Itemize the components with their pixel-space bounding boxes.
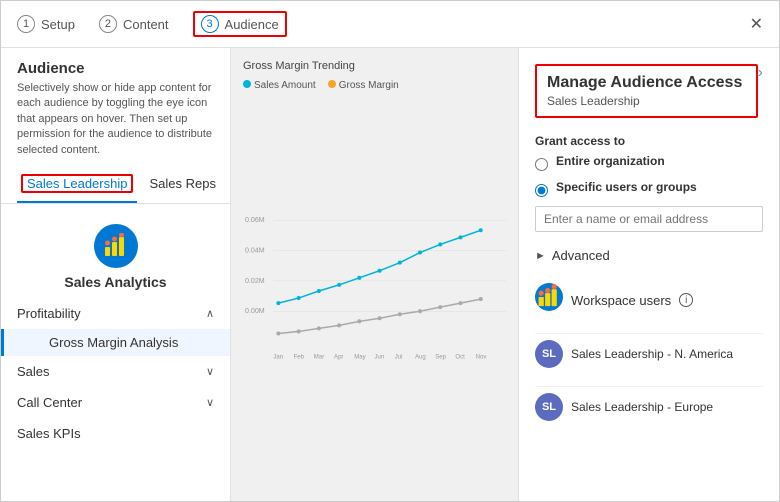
manage-access-title: Manage Audience Access: [547, 74, 746, 92]
user-avatar-sl-eu: SL: [535, 393, 563, 421]
wizard-header: 1 Setup 2 Content 3 Audience ✕: [1, 1, 779, 48]
chart-title: Gross Margin Trending: [243, 60, 506, 72]
chevron-right-icon[interactable]: ›: [758, 64, 763, 82]
chart-area: 0.06M 0.04M 0.02M 0.00M: [243, 97, 506, 489]
svg-text:Jan: Jan: [273, 355, 283, 361]
chart-legend: Sales Amount Gross Margin: [243, 80, 506, 91]
workspace-users-label: Workspace users: [571, 293, 671, 308]
chevron-up-icon: ∧: [206, 307, 214, 320]
radio-specific-users[interactable]: Specific users or groups: [535, 180, 763, 200]
nav-sub-item-gross-margin[interactable]: Gross Margin Analysis: [1, 329, 230, 356]
step-content: 2 Content: [99, 15, 169, 33]
manage-access-subtitle: Sales Leadership: [547, 94, 746, 108]
chart-preview-panel: Gross Margin Trending Sales Amount Gross…: [231, 48, 519, 501]
svg-text:Jun: Jun: [375, 355, 385, 361]
nav-item-sales-kpis[interactable]: Sales KPIs: [1, 418, 230, 449]
audience-header: Audience Selectively show or hide app co…: [1, 48, 230, 166]
svg-text:0.06M: 0.06M: [245, 216, 265, 224]
svg-text:Oct: Oct: [455, 355, 465, 361]
svg-text:May: May: [354, 355, 366, 361]
manage-access-box: Manage Audience Access Sales Leadership: [535, 64, 758, 118]
step-audience[interactable]: 3 Audience: [193, 11, 287, 37]
audience-description: Selectively show or hide app content for…: [17, 81, 214, 158]
user-name-sl-eu: Sales Leadership - Europe: [571, 400, 713, 414]
step-setup: 1 Setup: [17, 15, 75, 33]
chart-preview: Gross Margin Trending Sales Amount Gross…: [231, 48, 518, 501]
app-name: Sales Analytics: [64, 274, 166, 290]
svg-text:Aug: Aug: [415, 355, 426, 361]
svg-text:Feb: Feb: [294, 355, 305, 361]
grant-access-label: Grant access to: [535, 134, 763, 148]
step-setup-label: Setup: [41, 17, 75, 32]
step-content-label: Content: [123, 17, 169, 32]
radio-entire-org[interactable]: Entire organization: [535, 154, 763, 174]
chevron-right-advanced-icon: ►: [535, 250, 546, 262]
svg-text:0.00M: 0.00M: [245, 307, 265, 315]
nav-item-profitability[interactable]: Profitability ∧: [1, 298, 230, 329]
close-button[interactable]: ✕: [750, 14, 763, 34]
user-row-sl-eu: SL Sales Leadership - Europe: [535, 386, 763, 427]
user-avatar-sl-na: SL: [535, 340, 563, 368]
right-panel: Manage Audience Access Sales Leadership …: [519, 48, 779, 501]
svg-text:Mar: Mar: [314, 355, 324, 361]
chart-icon: [103, 233, 129, 259]
workspace-users-row: Workspace users i: [535, 279, 763, 321]
step-audience-label: Audience: [225, 17, 279, 32]
user-search-input[interactable]: [535, 206, 763, 232]
audience-tabs: Sales Leadership Sales Reps + New Audien…: [1, 166, 230, 204]
specific-users-label: Specific users or groups: [556, 180, 697, 194]
svg-text:0.02M: 0.02M: [245, 277, 265, 285]
nav-item-call-center[interactable]: Call Center ∨: [1, 387, 230, 418]
workspace-icon: [535, 283, 563, 311]
entire-org-label: Entire organization: [556, 154, 665, 168]
app-navigation: Sales Analytics Profitability ∧ Gross Ma…: [1, 204, 230, 501]
app-icon: [94, 224, 138, 268]
tab-sales-reps[interactable]: Sales Reps: [145, 168, 219, 201]
user-row-sl-na: SL Sales Leadership - N. America: [535, 333, 763, 374]
user-name-sl-na: Sales Leadership - N. America: [571, 347, 733, 361]
advanced-label: Advanced: [552, 248, 610, 263]
nav-item-sales[interactable]: Sales ∨: [1, 356, 230, 387]
grant-access-section: Grant access to Entire organization Spec…: [535, 134, 763, 232]
workspace-chart-icon: [536, 284, 562, 310]
svg-text:Sep: Sep: [435, 355, 446, 361]
content-area: Audience Selectively show or hide app co…: [1, 48, 779, 501]
modal-container: 1 Setup 2 Content 3 Audience ✕ Audience …: [0, 0, 780, 502]
svg-text:0.04M: 0.04M: [245, 247, 265, 255]
chevron-down-icon-sales: ∨: [206, 365, 214, 378]
info-icon[interactable]: i: [679, 293, 693, 307]
svg-text:Nov: Nov: [476, 355, 487, 361]
advanced-row[interactable]: ► Advanced: [535, 244, 763, 267]
svg-text:Jul: Jul: [395, 355, 403, 361]
tab-sales-leadership[interactable]: Sales Leadership: [17, 166, 137, 203]
app-icon-section: Sales Analytics: [1, 212, 230, 298]
chevron-down-icon-call-center: ∨: [206, 396, 214, 409]
audience-title: Audience: [17, 60, 214, 77]
svg-text:Apr: Apr: [334, 355, 343, 361]
chart-svg: 0.06M 0.04M 0.02M 0.00M: [243, 97, 506, 489]
left-panel: Audience Selectively show or hide app co…: [1, 48, 231, 501]
